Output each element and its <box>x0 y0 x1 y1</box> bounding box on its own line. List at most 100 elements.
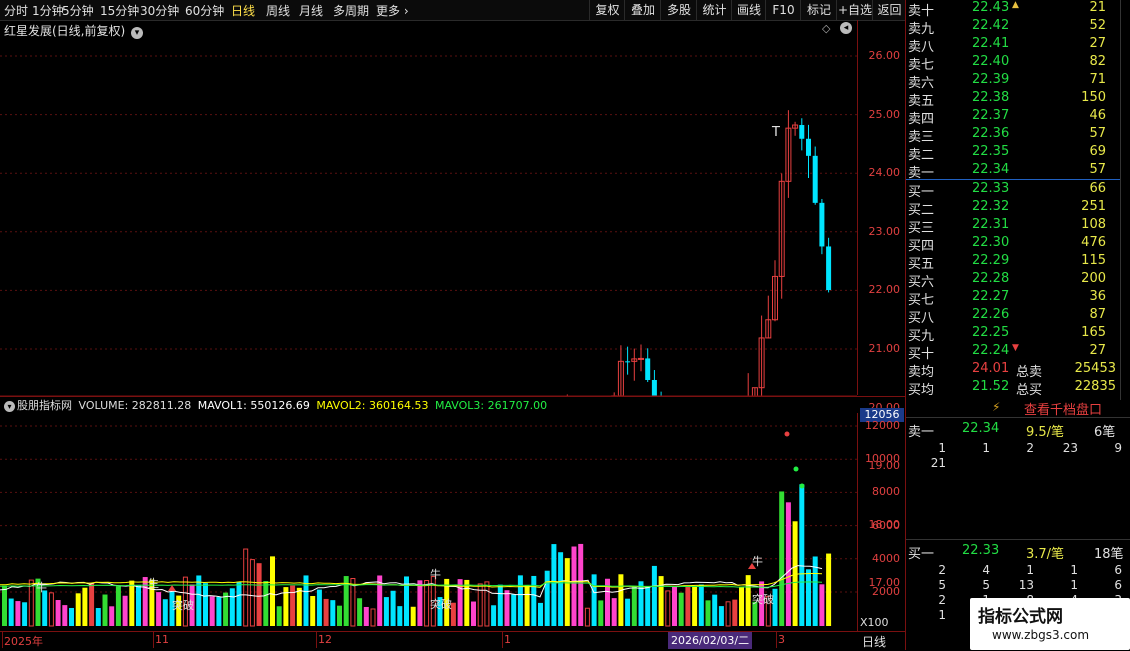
period-label[interactable]: 日线 <box>862 633 886 650</box>
period-tab-7[interactable]: 周线 <box>266 2 290 19</box>
buy-queue-item: 5 <box>926 578 946 592</box>
volume-bar <box>89 583 94 626</box>
asks-row[interactable]: 卖十22.43▲21 <box>906 0 1120 18</box>
sell1-price: 22.34 <box>962 421 999 436</box>
bids-label: 买八 <box>908 307 934 326</box>
volume-bar <box>69 608 74 626</box>
sell-queue-item: 1 <box>970 441 990 455</box>
toolbar-button-0[interactable]: 复权 <box>589 0 625 20</box>
volume-bar <box>123 596 128 626</box>
settings-icon[interactable]: ▾ <box>4 401 15 412</box>
volume-signal-label: 生 <box>148 576 159 590</box>
chevron-down-icon[interactable]: ▾ <box>131 27 143 39</box>
period-tab-6[interactable]: 日线 <box>231 2 255 19</box>
asks-row[interactable]: 卖二22.3569 <box>906 144 1120 162</box>
volume-bar <box>397 606 402 626</box>
asks-row[interactable]: 卖四22.3746 <box>906 108 1120 126</box>
asks-label: 卖五 <box>908 90 934 109</box>
price-tick-label: 26.00 <box>869 49 901 62</box>
asks-label: 卖九 <box>908 18 934 37</box>
volume-bar <box>116 586 121 626</box>
period-tab-0[interactable]: 分时 <box>4 2 28 19</box>
volume-bar <box>799 484 804 626</box>
volume-chart[interactable]: 牛生突破牛突破牛突破 <box>0 413 857 631</box>
volume-unit: X100 <box>860 616 889 629</box>
bids-row[interactable]: 买十22.24▼27 <box>906 343 1120 361</box>
volume-bar <box>685 586 690 626</box>
bids-row[interactable]: 买五22.29115 <box>906 253 1120 271</box>
volume-bar <box>310 596 315 626</box>
toolbar-button-6[interactable]: 标记 <box>800 0 837 20</box>
toolbar-button-3[interactable]: 统计 <box>696 0 732 20</box>
toolbar-button-7[interactable]: +自选 <box>836 0 873 20</box>
bids-row[interactable]: 买八22.2687 <box>906 307 1120 325</box>
period-tab-8[interactable]: 月线 <box>299 2 323 19</box>
chevron-right-icon: › <box>400 4 409 18</box>
buy1-price: 22.33 <box>962 543 999 558</box>
asks-price: 22.35 <box>972 144 1009 159</box>
volume-bar <box>699 584 704 626</box>
bids-row[interactable]: 买一22.3366 <box>906 181 1120 199</box>
bids-row[interactable]: 买七22.2736 <box>906 289 1120 307</box>
volume-bar <box>411 607 416 626</box>
candlestick-chart[interactable]: T <box>0 20 857 396</box>
toolbar-button-8[interactable]: 返回 <box>872 0 906 20</box>
bids-row[interactable]: 买九22.25165 <box>906 325 1120 343</box>
volume-signal-label: 突破 <box>752 592 774 606</box>
buy-queue-item: 2 <box>926 593 946 607</box>
candle <box>786 110 791 198</box>
period-tab-4[interactable]: 30分钟 <box>140 2 179 19</box>
volume-bar <box>391 591 396 626</box>
bids-row[interactable]: 买六22.28200 <box>906 271 1120 289</box>
volume-bar <box>263 581 268 626</box>
asks-volume: 82 <box>1089 54 1106 69</box>
asks-price: 22.36 <box>972 126 1009 141</box>
period-tab-3[interactable]: 15分钟 <box>100 2 139 19</box>
volume-bar <box>498 585 503 626</box>
asks-row[interactable]: 卖三22.3657 <box>906 126 1120 144</box>
bids-volume: 66 <box>1089 181 1106 196</box>
volume-bar <box>156 592 161 626</box>
volume-bar <box>712 595 717 626</box>
view-thousand-depth-link[interactable]: 查看千档盘口 <box>1024 399 1102 418</box>
total-sell-value: 25453 <box>1075 361 1116 376</box>
asks-row[interactable]: 卖九22.4252 <box>906 18 1120 36</box>
t-annotation: T <box>771 125 780 140</box>
bids-row[interactable]: 买三22.31108 <box>906 217 1120 235</box>
bids-row[interactable]: 买二22.32251 <box>906 199 1120 217</box>
asks-row[interactable]: 卖五22.38150 <box>906 90 1120 108</box>
bids-label: 买七 <box>908 289 934 308</box>
period-tab-1[interactable]: 1分钟 <box>32 2 64 19</box>
candle <box>806 125 811 178</box>
candle <box>639 345 644 372</box>
candle <box>813 147 818 205</box>
toolbar-button-1[interactable]: 叠加 <box>624 0 661 20</box>
asks-row[interactable]: 卖八22.4127 <box>906 36 1120 54</box>
volume-bar <box>819 584 824 626</box>
period-tab-10[interactable]: 更多 › <box>376 2 409 19</box>
collapse-icon[interactable]: ◂ <box>840 22 852 34</box>
volume-bar <box>746 575 751 626</box>
period-tab-2[interactable]: 5分钟 <box>62 2 94 19</box>
toolbar-button-5[interactable]: F10 <box>765 0 801 20</box>
volume-bar <box>270 556 275 626</box>
period-tab-5[interactable]: 60分钟 <box>185 2 224 19</box>
diamond-icon[interactable]: ◇ <box>822 22 830 35</box>
volume-bar <box>645 587 650 626</box>
period-tab-9[interactable]: 多周期 <box>333 2 369 19</box>
asks-row[interactable]: 卖六22.3971 <box>906 72 1120 90</box>
bids-label: 买四 <box>908 235 934 254</box>
side-panel-strip[interactable] <box>1120 0 1130 400</box>
asks-row[interactable]: 卖一22.3457 <box>906 162 1120 180</box>
sell1-avg: 9.5/笔 <box>1026 421 1064 440</box>
volume-bar <box>786 502 791 626</box>
bids-price: 22.31 <box>972 217 1009 232</box>
toolbar-button-2[interactable]: 多股 <box>660 0 697 20</box>
toolbar-button-4[interactable]: 画线 <box>731 0 766 20</box>
asks-label: 卖十 <box>908 0 934 19</box>
bids-volume: 476 <box>1081 235 1106 250</box>
bids-row[interactable]: 买四22.30476 <box>906 235 1120 253</box>
asks-row[interactable]: 卖七22.4082 <box>906 54 1120 72</box>
volume-bar <box>384 597 389 626</box>
candle <box>799 118 804 150</box>
